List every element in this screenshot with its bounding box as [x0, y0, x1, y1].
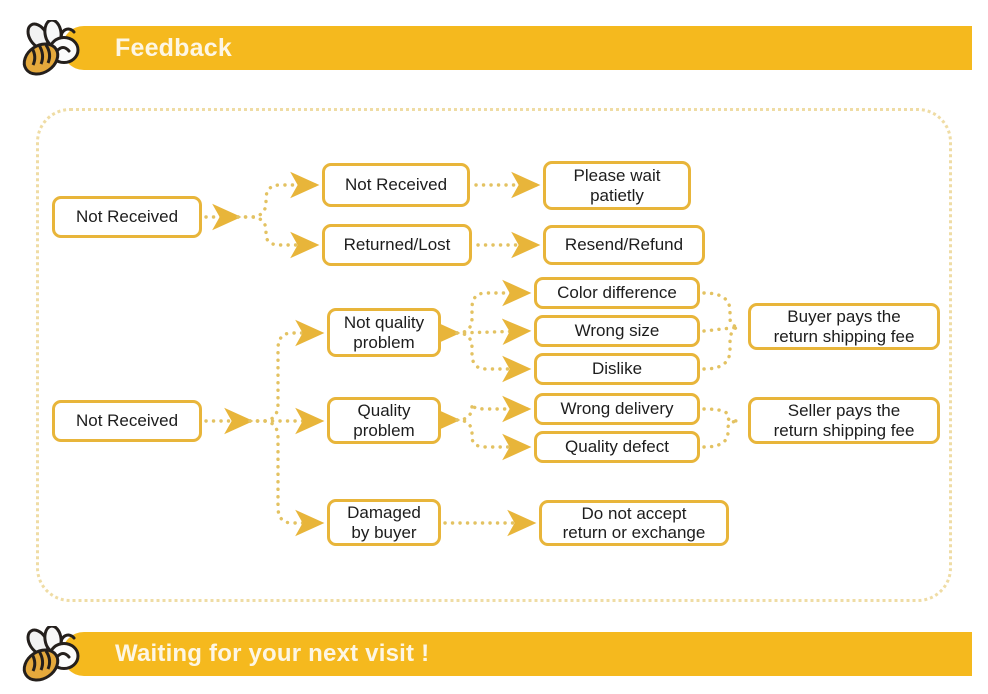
- flow-node-color-difference: Color difference: [534, 277, 700, 309]
- flow-node-root-not-received: Not Received: [52, 196, 202, 238]
- flow-node-no-return: Do not accept return or exchange: [539, 500, 729, 546]
- header-banner: Feedback: [0, 20, 988, 86]
- footer-banner: Waiting for your next visit !: [0, 626, 988, 692]
- flow-node-not-received-2: Not Received: [322, 163, 470, 207]
- flow-node-root-received: Not Received: [52, 400, 202, 442]
- flow-node-wrong-delivery: Wrong delivery: [534, 393, 700, 425]
- flowchart-container: [36, 108, 952, 602]
- flow-node-returned-lost: Returned/Lost: [322, 224, 472, 266]
- flow-node-damaged-by-buyer: Damaged by buyer: [327, 499, 441, 546]
- footer-title: Waiting for your next visit !: [115, 640, 430, 667]
- flow-node-quality-defect: Quality defect: [534, 431, 700, 463]
- flow-node-buyer-pays: Buyer pays the return shipping fee: [748, 303, 940, 350]
- flow-node-wrong-size: Wrong size: [534, 315, 700, 347]
- bee-icon: [22, 20, 80, 76]
- bee-icon: [22, 626, 80, 682]
- flow-node-please-wait: Please wait patietly: [543, 161, 691, 210]
- flow-node-not-quality-problem: Not quality problem: [327, 308, 441, 357]
- flow-node-seller-pays: Seller pays the return shipping fee: [748, 397, 940, 444]
- header-title: Feedback: [115, 34, 232, 62]
- flow-node-dislike: Dislike: [534, 353, 700, 385]
- flow-node-quality-problem: Quality problem: [327, 397, 441, 444]
- flow-node-resend-refund: Resend/Refund: [543, 225, 705, 265]
